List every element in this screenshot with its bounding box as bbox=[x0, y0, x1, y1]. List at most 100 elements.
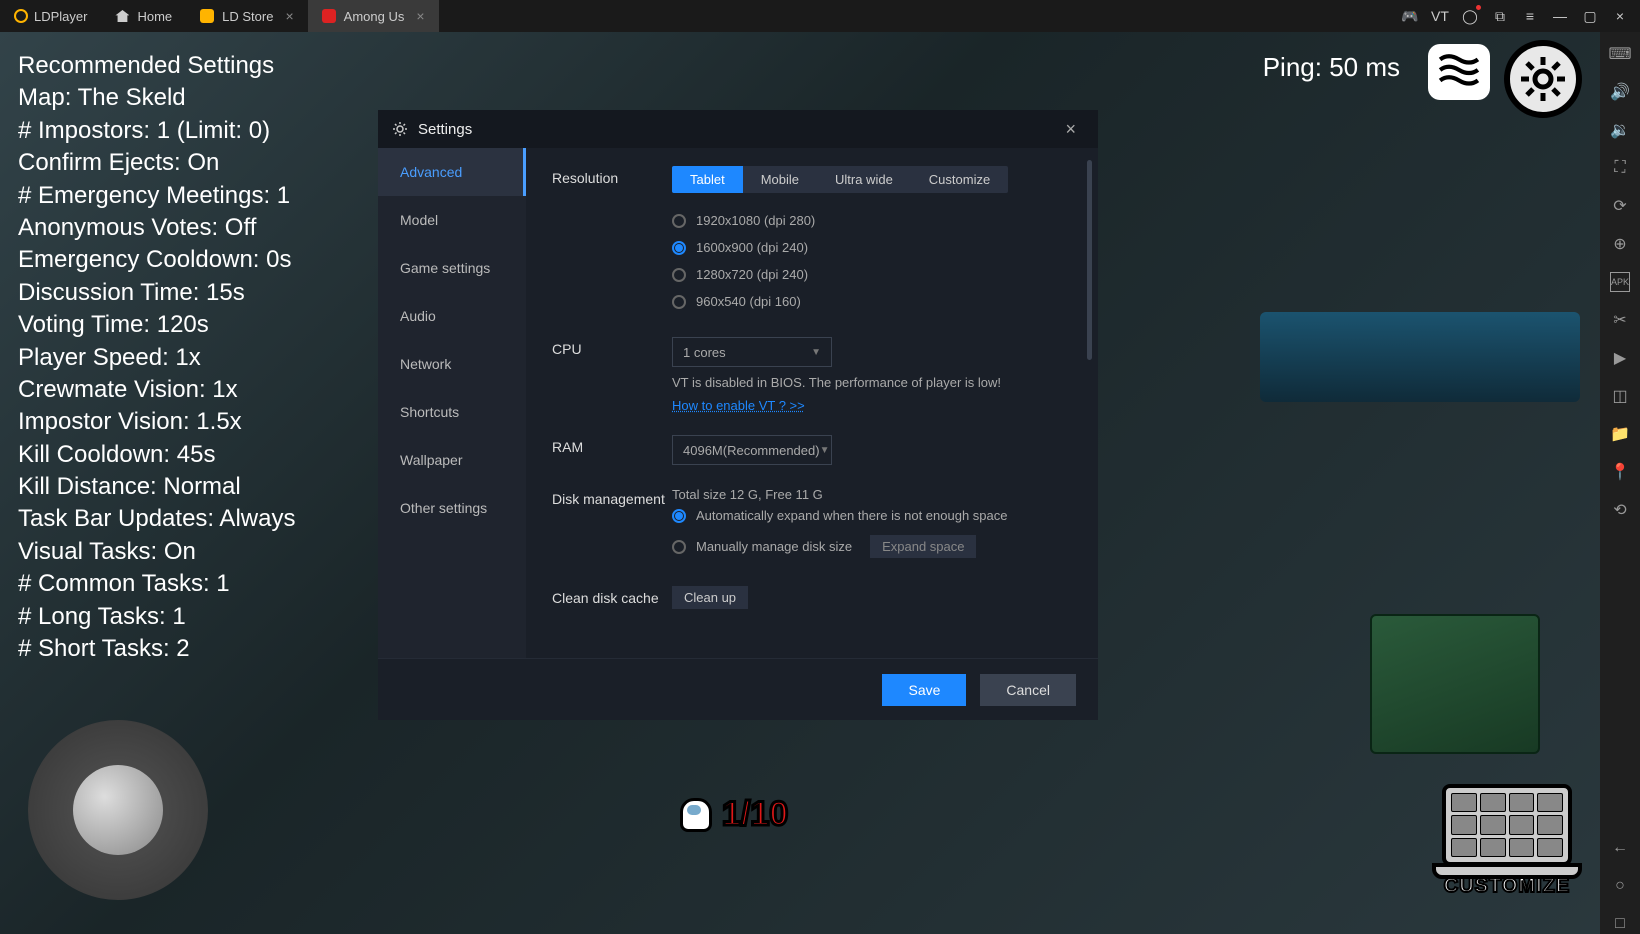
volume-down-icon[interactable]: 🔉 bbox=[1610, 120, 1630, 140]
game-settings-button[interactable] bbox=[1504, 40, 1582, 118]
disk-auto-option[interactable]: Automatically expand when there is not e… bbox=[672, 502, 1072, 529]
tab-home[interactable]: Home bbox=[101, 0, 186, 32]
cpu-value: 1 cores bbox=[683, 345, 726, 360]
radio-icon bbox=[672, 509, 686, 523]
radio-icon bbox=[672, 214, 686, 228]
account-icon[interactable]: ◯ bbox=[1460, 6, 1480, 26]
record-icon[interactable]: ▶ bbox=[1610, 348, 1630, 368]
sync-icon[interactable]: ⟳ bbox=[1610, 196, 1630, 216]
ram-label: RAM bbox=[552, 435, 672, 465]
title-bar: LDPlayer Home LD Store × Among Us × 🎮 VT… bbox=[0, 0, 1640, 32]
virtual-joystick[interactable] bbox=[28, 720, 208, 900]
customize-button[interactable]: CUSTOMIZE bbox=[1432, 784, 1582, 914]
cancel-button[interactable]: Cancel bbox=[980, 674, 1076, 706]
res-option-1280[interactable]: 1280x720 (dpi 240) bbox=[672, 261, 1072, 288]
rotate-icon[interactable]: ⟲ bbox=[1610, 500, 1630, 520]
cpu-select[interactable]: 1 cores ▼ bbox=[672, 337, 832, 367]
sidebar-item-wallpaper[interactable]: Wallpaper bbox=[378, 436, 526, 484]
volume-up-icon[interactable]: 🔊 bbox=[1610, 82, 1630, 102]
modal-close-button[interactable]: × bbox=[1057, 115, 1084, 144]
clean-up-button[interactable]: Clean up bbox=[672, 586, 748, 609]
gear-icon bbox=[1519, 55, 1567, 103]
menu-icon[interactable]: ≡ bbox=[1520, 6, 1540, 26]
joystick-thumb[interactable] bbox=[73, 765, 163, 855]
res-option-1600[interactable]: 1600x900 (dpi 240) bbox=[672, 234, 1072, 261]
keyboard-icon[interactable]: ⌨ bbox=[1610, 44, 1630, 64]
gear-icon bbox=[392, 121, 408, 137]
customize-label: CUSTOMIZE bbox=[1432, 875, 1582, 898]
multi-instance-icon[interactable]: ⧉ bbox=[1490, 6, 1510, 26]
minimize-button[interactable]: — bbox=[1550, 6, 1570, 26]
save-button[interactable]: Save bbox=[882, 674, 966, 706]
window-close-button[interactable]: × bbox=[1610, 6, 1630, 26]
radio-icon bbox=[672, 268, 686, 282]
add-icon[interactable]: ⊕ bbox=[1610, 234, 1630, 254]
vt-warning: VT is disabled in BIOS. The performance … bbox=[672, 375, 1072, 390]
resolution-label: Resolution bbox=[552, 166, 672, 315]
resolution-tabs: Tablet Mobile Ultra wide Customize bbox=[672, 166, 1008, 193]
modal-content: Resolution Tablet Mobile Ultra wide Cust… bbox=[526, 148, 1098, 658]
scenery-seats bbox=[1260, 312, 1580, 402]
res-tab-ultrawide[interactable]: Ultra wide bbox=[817, 166, 911, 193]
chevron-down-icon: ▼ bbox=[820, 445, 830, 456]
amongus-icon bbox=[322, 9, 336, 23]
res-tab-mobile[interactable]: Mobile bbox=[743, 166, 817, 193]
ldplayer-logo-icon bbox=[14, 9, 28, 23]
modal-footer: Save Cancel bbox=[378, 658, 1098, 720]
chevron-down-icon: ▼ bbox=[811, 347, 821, 358]
cpu-label: CPU bbox=[552, 337, 672, 413]
crewmate-icon bbox=[680, 798, 712, 832]
laptop-icon bbox=[1442, 784, 1572, 866]
close-icon[interactable]: × bbox=[285, 8, 293, 24]
res-option-1920[interactable]: 1920x1080 (dpi 280) bbox=[672, 207, 1072, 234]
sidebar-item-audio[interactable]: Audio bbox=[378, 292, 526, 340]
close-icon[interactable]: × bbox=[416, 8, 424, 24]
modal-title: Settings bbox=[418, 121, 472, 138]
res-tab-customize[interactable]: Customize bbox=[911, 166, 1008, 193]
recents-icon[interactable]: □ bbox=[1610, 914, 1630, 934]
disk-manual-option[interactable]: Manually manage disk sizeExpand space bbox=[672, 529, 1072, 564]
gamepad-icon[interactable]: 🎮 bbox=[1400, 6, 1420, 26]
disk-info: Total size 12 G, Free 11 G bbox=[672, 487, 1072, 502]
apk-icon[interactable]: APK bbox=[1610, 272, 1630, 292]
vt-indicator[interactable]: VT bbox=[1430, 6, 1450, 26]
tab-amongus[interactable]: Among Us × bbox=[308, 0, 439, 32]
radio-icon bbox=[672, 241, 686, 255]
lobby-settings-text: Recommended SettingsMap: The Skeld# Impo… bbox=[18, 50, 295, 665]
app-brand: LDPlayer bbox=[0, 0, 101, 32]
sidebar-item-game-settings[interactable]: Game settings bbox=[378, 244, 526, 292]
ram-select[interactable]: 4096M(Recommended) ▼ bbox=[672, 435, 832, 465]
maximize-button[interactable]: ▢ bbox=[1580, 6, 1600, 26]
home-icon bbox=[115, 10, 129, 22]
fullscreen-icon[interactable]: ⛶ bbox=[1610, 158, 1630, 178]
location-icon[interactable]: 📍 bbox=[1610, 462, 1630, 482]
ping-display: Ping: 50 ms bbox=[1263, 52, 1400, 83]
expand-space-button[interactable]: Expand space bbox=[870, 535, 976, 558]
sidebar-item-other[interactable]: Other settings bbox=[378, 484, 526, 532]
chat-button[interactable] bbox=[1428, 44, 1490, 100]
tab-label: Among Us bbox=[344, 9, 405, 24]
brand-label: LDPlayer bbox=[34, 9, 87, 24]
ldstore-icon bbox=[200, 9, 214, 23]
modal-sidebar: Advanced Model Game settings Audio Netwo… bbox=[378, 148, 526, 658]
screenshot-icon[interactable]: ◫ bbox=[1610, 386, 1630, 406]
sidebar-item-model[interactable]: Model bbox=[378, 196, 526, 244]
sidebar-item-network[interactable]: Network bbox=[378, 340, 526, 388]
tab-ldstore[interactable]: LD Store × bbox=[186, 0, 308, 32]
ram-value: 4096M(Recommended) bbox=[683, 443, 820, 458]
disk-label: Disk management bbox=[552, 487, 672, 564]
radio-icon bbox=[672, 540, 686, 554]
tab-label: LD Store bbox=[222, 9, 273, 24]
toolbar-rail: ⌨ 🔊 🔉 ⛶ ⟳ ⊕ APK ✂ ▶ ◫ 📁 📍 ⟲ ← ○ □ bbox=[1600, 32, 1640, 934]
back-icon[interactable]: ← bbox=[1610, 838, 1630, 858]
home-nav-icon[interactable]: ○ bbox=[1610, 876, 1630, 896]
scissors-icon[interactable]: ✂ bbox=[1610, 310, 1630, 330]
scrollbar-thumb[interactable] bbox=[1087, 160, 1092, 360]
sidebar-item-advanced[interactable]: Advanced bbox=[378, 148, 526, 196]
res-tab-tablet[interactable]: Tablet bbox=[672, 166, 743, 193]
tab-label: Home bbox=[137, 9, 172, 24]
res-option-960[interactable]: 960x540 (dpi 160) bbox=[672, 288, 1072, 315]
folder-icon[interactable]: 📁 bbox=[1610, 424, 1630, 444]
vt-help-link[interactable]: How to enable VT ? >> bbox=[672, 398, 805, 413]
sidebar-item-shortcuts[interactable]: Shortcuts bbox=[378, 388, 526, 436]
